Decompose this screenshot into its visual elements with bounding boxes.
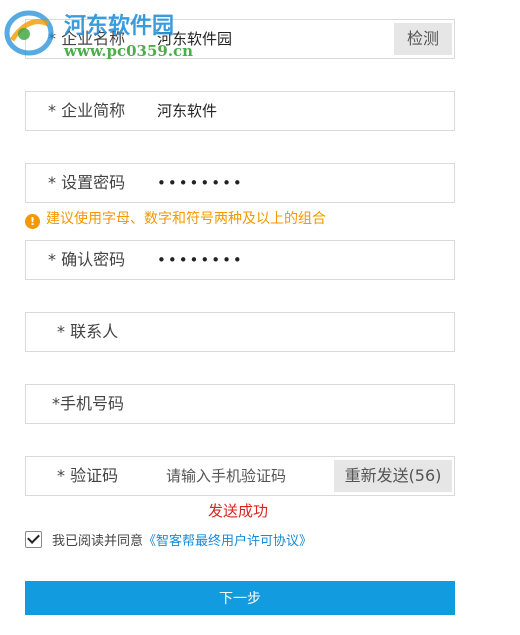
password-hint-text: 建议使用字母、数字和符号两种及以上的组合 <box>46 211 326 227</box>
info-icon: ! <box>25 214 40 229</box>
phone-input[interactable] <box>157 385 437 423</box>
check-button[interactable]: 检测 <box>394 23 452 55</box>
confirm-password-label: * 确认密码 <box>48 250 126 269</box>
watermark: 河东软件园 www.pc0359.cn <box>0 0 210 72</box>
phone-label: *手机号码 <box>52 394 125 413</box>
watermark-url: www.pc0359.cn <box>64 42 194 60</box>
confirm-password-row: * 确认密码 •••••••• <box>25 240 455 280</box>
contact-input[interactable] <box>157 313 437 351</box>
agreement: 我已阅读并同意《智客帮最终用户许可协议》 <box>25 531 312 551</box>
company-short-input[interactable]: 河东软件 <box>157 92 217 130</box>
company-short-row: * 企业简称 河东软件 <box>25 91 455 131</box>
send-status: 发送成功 <box>208 502 269 520</box>
verify-code-input[interactable]: 请输入手机验证码 <box>166 457 286 495</box>
license-link[interactable]: 《智客帮最终用户许可协议》 <box>143 534 312 549</box>
agree-checkbox[interactable] <box>25 531 42 548</box>
logo-icon <box>4 10 54 56</box>
set-password-input[interactable]: •••••••• <box>157 164 244 202</box>
resend-button[interactable]: 重新发送(56) <box>334 460 452 492</box>
agree-text: 我已阅读并同意 <box>52 534 144 549</box>
phone-row: *手机号码 <box>25 384 455 424</box>
next-button[interactable]: 下一步 <box>25 581 455 615</box>
contact-row: * 联系人 <box>25 312 455 352</box>
verify-code-label: * 验证码 <box>57 466 119 485</box>
set-password-label: * 设置密码 <box>48 173 126 192</box>
watermark-title: 河东软件园 <box>64 14 175 39</box>
verify-code-row: * 验证码 请输入手机验证码 重新发送(56) <box>25 456 455 496</box>
contact-label: * 联系人 <box>57 322 119 341</box>
confirm-password-input[interactable]: •••••••• <box>157 241 244 279</box>
company-short-label: * 企业简称 <box>48 101 126 120</box>
password-hint: ! 建议使用字母、数字和符号两种及以上的组合 <box>25 209 326 229</box>
set-password-row: * 设置密码 •••••••• <box>25 163 455 203</box>
